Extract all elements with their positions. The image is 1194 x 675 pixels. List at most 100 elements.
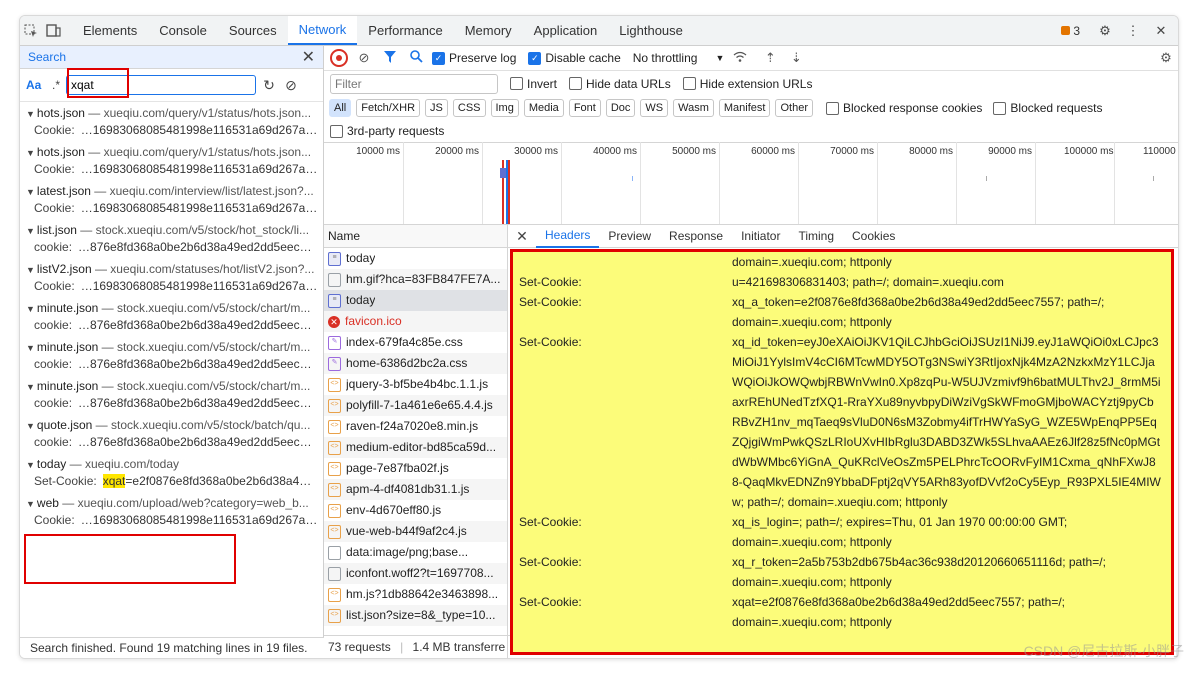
issues-badge[interactable]: 3: [1061, 24, 1080, 38]
search-result-match-line[interactable]: Set-Cookie: xqat=e2f0876e8fd368a0be2b6d38…: [26, 473, 323, 490]
inspect-element-icon[interactable]: [20, 20, 42, 42]
blocked-response-cookies-checkbox[interactable]: Blocked response cookies: [825, 101, 982, 115]
request-row[interactable]: ✎ home-6386d2bc2a.css: [324, 353, 507, 374]
search-result-match-line[interactable]: cookie: …876e8fd368a0be2b6d38a49ed2dd5eec…: [26, 434, 323, 451]
search-result-match-line[interactable]: Cookie: …16983068085481998e116531a69d267a…: [26, 512, 323, 529]
type-filter-ws[interactable]: WS: [640, 99, 669, 117]
request-row[interactable]: <> raven-f24a7020e8.min.js: [324, 416, 507, 437]
search-result-group[interactable]: ▼ listV2.json — xueqiu.com/statuses/hot/l…: [20, 258, 323, 297]
request-row[interactable]: <> hm.js?1db88642e3463898...: [324, 584, 507, 605]
device-toolbar-icon[interactable]: [42, 20, 64, 42]
hide-extension-urls-checkbox[interactable]: Hide extension URLs: [682, 77, 812, 91]
close-search-icon[interactable]: ✕: [302, 47, 315, 67]
close-details-icon[interactable]: ✕: [508, 228, 536, 245]
network-conditions-icon[interactable]: [730, 51, 750, 66]
type-filter-wasm[interactable]: Wasm: [673, 99, 714, 117]
type-filter-css[interactable]: CSS: [452, 99, 486, 117]
request-row[interactable]: <> page-7e87fba02f.js: [324, 458, 507, 479]
search-result-file[interactable]: ▼ hots.json — xueqiu.com/query/v1/status/…: [26, 105, 323, 122]
import-har-icon[interactable]: ⇡: [760, 50, 780, 66]
type-filter-js[interactable]: JS: [425, 99, 448, 117]
match-case-toggle[interactable]: Aa: [26, 78, 48, 92]
search-result-file[interactable]: ▼ hots.json — xueqiu.com/query/v1/status/…: [26, 144, 323, 161]
tab-performance[interactable]: Performance: [357, 16, 453, 45]
clear-log-icon[interactable]: ⊘: [354, 50, 374, 66]
search-result-match-line[interactable]: Cookie: …16983068085481998e116531a69d267a…: [26, 122, 323, 139]
request-row[interactable]: <> polyfill-7-1a461e6e65.4.4.js: [324, 395, 507, 416]
filter-input[interactable]: Filter: [330, 73, 498, 94]
search-result-group[interactable]: ▼ hots.json — xueqiu.com/query/v1/status/…: [20, 141, 323, 180]
expand-triangle-icon[interactable]: ▼: [26, 265, 35, 275]
tab-application[interactable]: Application: [523, 16, 609, 45]
search-result-file[interactable]: ▼ latest.json — xueqiu.com/interview/list…: [26, 183, 323, 200]
request-row[interactable]: ≡ today: [324, 290, 507, 311]
expand-triangle-icon[interactable]: ▼: [26, 148, 35, 158]
tab-network[interactable]: Network: [287, 16, 358, 45]
disable-cache-checkbox[interactable]: ✓ Disable cache: [528, 51, 621, 65]
search-result-group[interactable]: ▼ today — xueqiu.com/today Set-Cookie: xqat…: [20, 453, 323, 492]
search-result-group[interactable]: ▼ quote.json — stock.xueqiu.com/v5/stock/…: [20, 414, 323, 453]
request-row[interactable]: data:image/png;base...: [324, 542, 507, 563]
expand-triangle-icon[interactable]: ▼: [26, 499, 35, 509]
request-row[interactable]: <> medium-editor-bd85ca59d...: [324, 437, 507, 458]
expand-triangle-icon[interactable]: ▼: [26, 421, 35, 431]
search-result-match-line[interactable]: cookie: …876e8fd368a0be2b6d38a49ed2dd5eec…: [26, 317, 323, 334]
search-result-group[interactable]: ▼ hots.json — xueqiu.com/query/v1/status/…: [20, 102, 323, 141]
search-result-group[interactable]: ▼ list.json — stock.xueqiu.com/v5/stock/h…: [20, 219, 323, 258]
expand-triangle-icon[interactable]: ▼: [26, 382, 35, 392]
filter-funnel-icon[interactable]: [380, 50, 400, 66]
export-har-icon[interactable]: ⇣: [786, 50, 806, 66]
search-result-match-line[interactable]: cookie: …876e8fd368a0be2b6d38a49ed2dd5eec…: [26, 356, 323, 373]
details-tab-timing[interactable]: Timing: [789, 225, 843, 247]
search-result-match-line[interactable]: cookie: …876e8fd368a0be2b6d38a49ed2dd5eec…: [26, 239, 323, 256]
third-party-checkbox[interactable]: 3rd-party requests: [330, 124, 444, 138]
request-row[interactable]: <> env-4d670eff80.js: [324, 500, 507, 521]
request-row[interactable]: ✕ favicon.ico: [324, 311, 507, 332]
request-row[interactable]: ✎ index-679fa4c85e.css: [324, 332, 507, 353]
request-row[interactable]: <> apm-4-df4081db31.1.js: [324, 479, 507, 500]
type-filter-doc[interactable]: Doc: [605, 99, 636, 117]
expand-triangle-icon[interactable]: ▼: [26, 226, 35, 236]
request-row[interactable]: <> list.json?size=8&_type=10...: [324, 605, 507, 626]
search-icon[interactable]: [406, 50, 426, 66]
details-tab-response[interactable]: Response: [660, 225, 732, 247]
blocked-requests-checkbox[interactable]: Blocked requests: [993, 101, 1102, 115]
details-tab-cookies[interactable]: Cookies: [843, 225, 904, 247]
type-filter-font[interactable]: Font: [568, 99, 601, 117]
search-result-file[interactable]: ▼ minute.json — stock.xueqiu.com/v5/stock…: [26, 339, 323, 356]
expand-triangle-icon[interactable]: ▼: [26, 109, 35, 119]
tab-lighthouse[interactable]: Lighthouse: [608, 16, 694, 45]
more-options-icon[interactable]: ⋮: [1122, 20, 1144, 42]
search-result-file[interactable]: ▼ listV2.json — xueqiu.com/statuses/hot/l…: [26, 261, 323, 278]
search-result-file[interactable]: ▼ today — xueqiu.com/today: [26, 456, 323, 473]
request-row[interactable]: <> jquery-3-bf5be4b4bc.1.1.js: [324, 374, 507, 395]
search-result-group[interactable]: ▼ minute.json — stock.xueqiu.com/v5/stock…: [20, 375, 323, 414]
network-overview-timeline[interactable]: 10000 ms 20000 ms 30000 ms 40000 ms 50000 ms…: [324, 142, 1178, 225]
search-result-group[interactable]: ▼ minute.json — stock.xueqiu.com/v5/stock…: [20, 297, 323, 336]
search-input[interactable]: [66, 75, 256, 95]
close-devtools-icon[interactable]: ✕: [1150, 20, 1172, 42]
search-result-file[interactable]: ▼ web — xueqiu.com/upload/web?category=we…: [26, 495, 323, 512]
tab-memory[interactable]: Memory: [454, 16, 523, 45]
type-filter-media[interactable]: Media: [523, 99, 564, 117]
expand-triangle-icon[interactable]: ▼: [26, 304, 35, 314]
regex-toggle[interactable]: .*: [52, 78, 62, 92]
expand-triangle-icon[interactable]: ▼: [26, 460, 35, 470]
refresh-search-icon[interactable]: ↻: [260, 76, 278, 94]
search-result-match-line[interactable]: Cookie: …16983068085481998e116531a69d267a…: [26, 200, 323, 217]
throttling-select[interactable]: No throttling ▼: [633, 51, 725, 65]
clear-search-icon[interactable]: ⊘: [282, 76, 300, 94]
request-row[interactable]: iconfont.woff2?t=1697708...: [324, 563, 507, 584]
search-result-group[interactable]: ▼ web — xueqiu.com/upload/web?category=we…: [20, 492, 323, 531]
search-result-match-line[interactable]: Cookie: …16983068085481998e116531a69d267a…: [26, 161, 323, 178]
type-filter-all[interactable]: All: [329, 99, 352, 117]
invert-checkbox[interactable]: Invert: [510, 77, 557, 91]
search-result-file[interactable]: ▼ list.json — stock.xueqiu.com/v5/stock/h…: [26, 222, 323, 239]
search-result-file[interactable]: ▼ minute.json — stock.xueqiu.com/v5/stock…: [26, 378, 323, 395]
tab-sources[interactable]: Sources: [218, 16, 288, 45]
type-filter-manifest[interactable]: Manifest: [718, 99, 771, 117]
record-stop-button[interactable]: [330, 49, 348, 67]
settings-gear-icon[interactable]: ⚙: [1094, 20, 1116, 42]
hide-data-urls-checkbox[interactable]: Hide data URLs: [569, 77, 671, 91]
request-row[interactable]: <> vue-web-b44f9af2c4.js: [324, 521, 507, 542]
